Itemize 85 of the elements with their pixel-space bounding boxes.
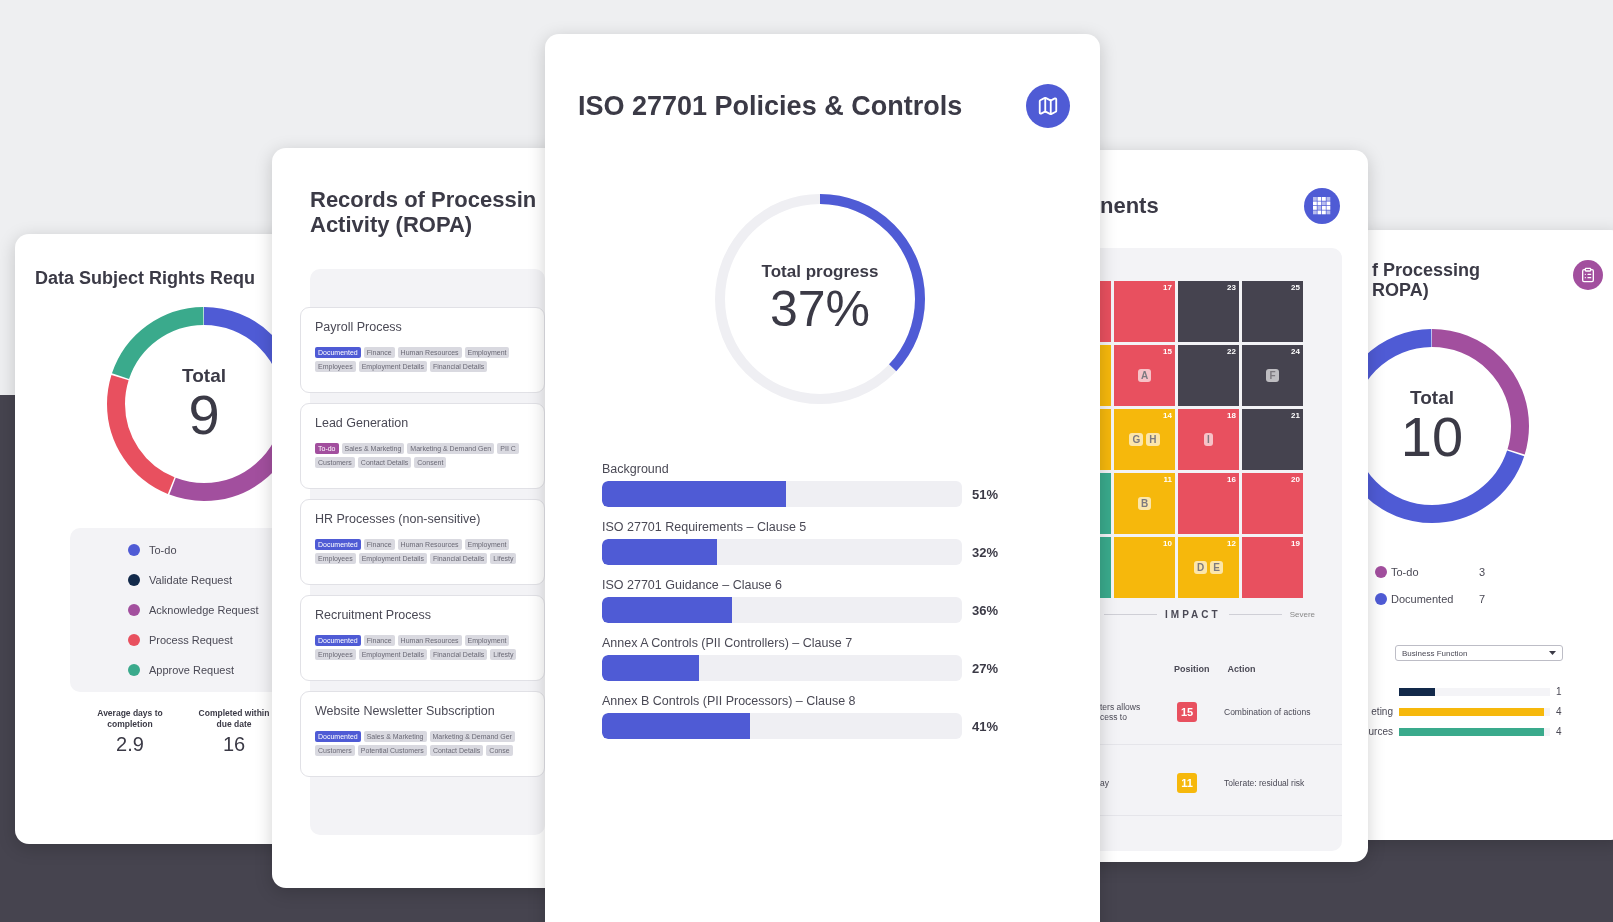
legend-label: Validate Request xyxy=(149,574,232,587)
grid-icon[interactable] xyxy=(1304,188,1340,224)
section-label: Annex A Controls (PII Controllers) – Clause 7 xyxy=(602,636,854,650)
process-name: Lead Generation xyxy=(315,416,410,431)
position-badge: 15 xyxy=(1177,702,1197,722)
total-label: Total xyxy=(182,365,226,388)
cell-number: 11 xyxy=(1163,475,1172,484)
axis-end-label: Severe xyxy=(1289,610,1315,619)
card-title: ISO 27701 Policies & Controls xyxy=(578,90,963,122)
cell-number: 21 xyxy=(1291,411,1300,420)
card-title: Activity (ROPA) xyxy=(309,212,474,238)
action-text: Combination of actions xyxy=(1224,707,1311,717)
legend-label: Acknowledge Request xyxy=(149,604,259,617)
risk-marker: G xyxy=(1129,433,1144,446)
legend-count: 7 xyxy=(1479,593,1487,606)
card-title: nents xyxy=(1100,193,1159,219)
map-icon[interactable] xyxy=(1026,84,1070,128)
filter-dropdown[interactable]: Business Function xyxy=(1395,645,1563,662)
percent-value: 32% xyxy=(972,544,999,560)
position-badge: 11 xyxy=(1177,773,1197,793)
total-label: Total xyxy=(1410,387,1454,410)
process-name: Website Newsletter Subscription xyxy=(315,704,496,719)
risk-marker: H xyxy=(1146,433,1160,446)
risk-marker: I xyxy=(1204,433,1213,446)
cell-number: 12 xyxy=(1227,539,1236,548)
column-header: Action xyxy=(1227,664,1256,674)
bar-label: eting xyxy=(1370,706,1393,718)
stat-label: Completed within due date xyxy=(197,708,271,730)
cell-number: 23 xyxy=(1227,283,1236,292)
cell-number: 16 xyxy=(1227,475,1236,484)
card-title: f Processing xyxy=(1372,260,1481,281)
risk-text: ay xyxy=(1100,778,1110,788)
section-label: Annex B Controls (PII Processors) – Clause 8 xyxy=(602,694,857,708)
percent-value: 36% xyxy=(972,602,999,618)
progress-value: 37% xyxy=(769,281,871,337)
section-label: ISO 27701 Requirements – Clause 5 xyxy=(602,520,808,534)
clipboard-icon[interactable] xyxy=(1573,260,1603,290)
legend-label: To-do xyxy=(149,544,177,557)
risk-marker: E xyxy=(1210,561,1223,574)
section-label: ISO 27701 Guidance – Clause 6 xyxy=(602,578,783,592)
percent-value: 27% xyxy=(972,660,999,676)
percent-value: 41% xyxy=(972,718,999,734)
cell-number: 17 xyxy=(1163,283,1172,292)
stat-value: 16 xyxy=(222,733,246,757)
risk-marker: D xyxy=(1194,561,1208,574)
total-value: 9 xyxy=(188,387,220,444)
cell-number: 10 xyxy=(1163,539,1172,548)
bar-value: 4 xyxy=(1556,706,1563,718)
risk-marker: A xyxy=(1137,369,1152,382)
bar-label: urces xyxy=(1367,726,1393,738)
card-title: ROPA) xyxy=(1372,280,1430,301)
cell-number: 15 xyxy=(1163,347,1172,356)
action-text: Tolerate: residual risk xyxy=(1224,778,1305,788)
card-title: Data Subject Rights Requ xyxy=(35,268,257,289)
legend-label: Process Request xyxy=(149,634,233,647)
cell-number: 19 xyxy=(1291,539,1300,548)
caret-icon xyxy=(1549,651,1556,656)
stat-label: Average days to completion xyxy=(96,708,164,730)
legend-label: To-do xyxy=(1391,566,1420,579)
risk-marker: F xyxy=(1266,369,1279,382)
percent-value: 51% xyxy=(972,486,999,502)
risk-marker: B xyxy=(1137,497,1152,510)
cell-number: 25 xyxy=(1291,283,1300,292)
legend-label: Documented xyxy=(1391,593,1455,606)
cell-number: 20 xyxy=(1291,475,1300,484)
risk-text: cess to xyxy=(1100,712,1128,722)
process-name: Recruitment Process xyxy=(315,608,432,623)
section-label: Background xyxy=(602,462,670,476)
column-header: Position xyxy=(1174,664,1210,674)
stat-value: 2.9 xyxy=(116,733,144,757)
progress-label: Total progress xyxy=(761,261,879,282)
total-value: 10 xyxy=(1400,409,1464,466)
legend-label: Approve Request xyxy=(149,664,234,677)
risk-text: ters allows xyxy=(1100,702,1142,712)
bar-value: 4 xyxy=(1556,726,1563,738)
cell-number: 22 xyxy=(1227,347,1236,356)
bar-value: 1 xyxy=(1556,686,1563,698)
card-title: Records of Processin xyxy=(309,188,538,213)
process-name: Payroll Process xyxy=(315,320,403,335)
cell-number: 24 xyxy=(1291,347,1300,356)
axis-label: IMPACT xyxy=(1165,609,1221,620)
cell-number: 18 xyxy=(1227,411,1236,420)
legend-count: 3 xyxy=(1479,566,1487,579)
process-name: HR Processes (non-sensitive) xyxy=(315,512,482,527)
cell-number: 14 xyxy=(1163,411,1172,420)
